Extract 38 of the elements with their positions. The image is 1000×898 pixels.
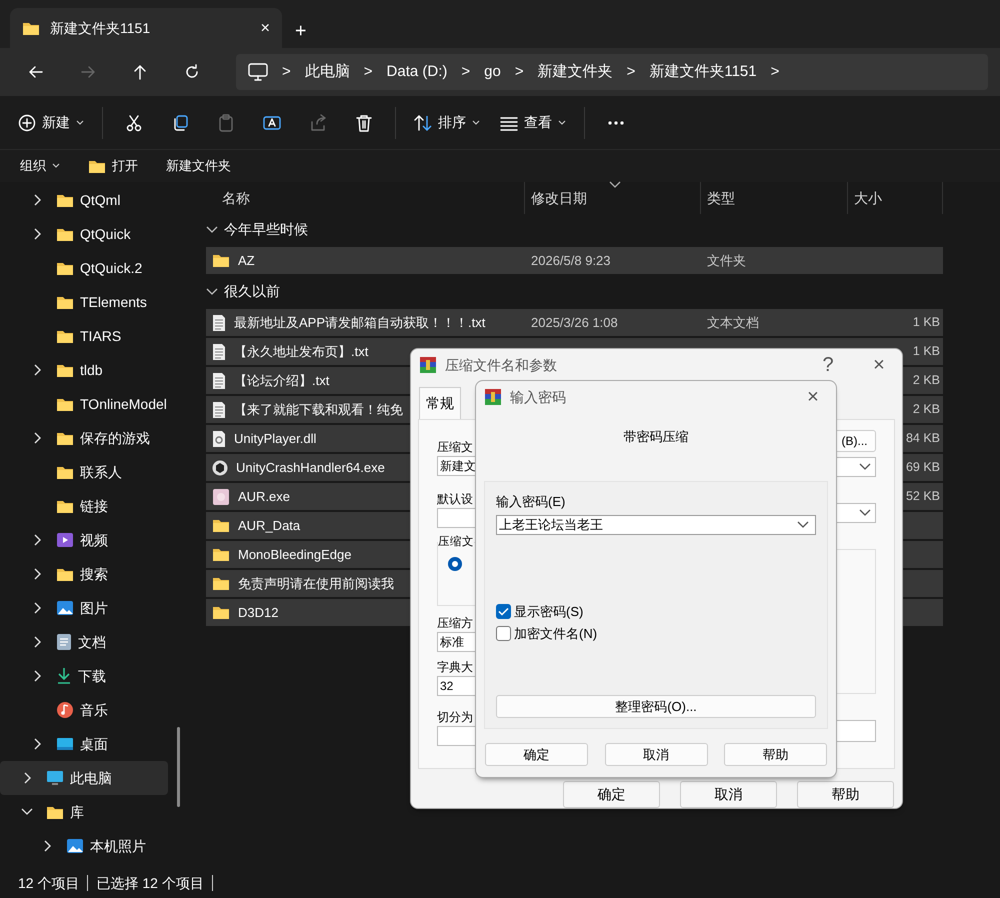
field-label: 切分为 <box>437 709 474 724</box>
file-name: 【永久地址发布页】.txt <box>234 342 368 361</box>
file-name: UnityCrashHandler64.exe <box>236 458 385 477</box>
status-text: 已选择 12 个项目 <box>96 874 204 892</box>
file-size: 1 KB <box>912 315 940 330</box>
tab-title: 新建文件夹1151 <box>50 18 152 38</box>
file-name: 免责声明请在使用前阅读我 <box>238 574 394 593</box>
field-label: 字典大 <box>437 659 474 674</box>
file-name: 最新地址及APP请发邮箱自动获取！！！.txt <box>234 314 486 332</box>
field-label: 输入密码(E) <box>496 493 566 511</box>
file-name: 【论坛介绍】.txt <box>234 372 330 390</box>
file-date: 2026/5/8 9:23 <box>531 252 611 268</box>
file-size: 84 KB <box>906 431 940 446</box>
dialog-title: 压缩文件名和参数 <box>445 356 558 374</box>
file-size: 52 KB <box>906 489 940 504</box>
file-size: 69 KB <box>906 460 940 474</box>
file-name: UnityPlayer.dll <box>234 430 316 448</box>
field-label: 默认设 <box>437 491 474 506</box>
checkbox-label: 显示密码(S) <box>514 602 584 621</box>
file-date: 2025/3/26 1:08 <box>531 314 618 330</box>
status-text: 12 个项目 <box>18 874 80 892</box>
file-name: AUR_Data <box>238 516 300 535</box>
file-size: 2 KB <box>912 373 940 388</box>
file-size: 1 KB <box>912 344 940 358</box>
password-value: 上老王论坛当老王 <box>499 516 604 534</box>
field-label: 压缩方 <box>437 615 474 630</box>
field-label: 压缩文 <box>437 439 474 454</box>
file-type: 文本文档 <box>707 314 759 330</box>
file-size: 2 KB <box>912 402 940 416</box>
checkbox-label: 加密文件名(N) <box>514 624 598 643</box>
dialog-heading: 带密码压缩 <box>622 428 690 445</box>
file-name: D3D12 <box>238 604 278 622</box>
dialog-title: 输入密码 <box>510 388 567 406</box>
file-name: MonoBleedingEdge <box>238 546 352 564</box>
file-type: 文件夹 <box>707 252 746 268</box>
file-name: 【来了就能下载和观看！纯免 <box>234 400 403 419</box>
file-name: AUR.exe <box>238 488 290 506</box>
file-name: AZ <box>238 252 255 270</box>
